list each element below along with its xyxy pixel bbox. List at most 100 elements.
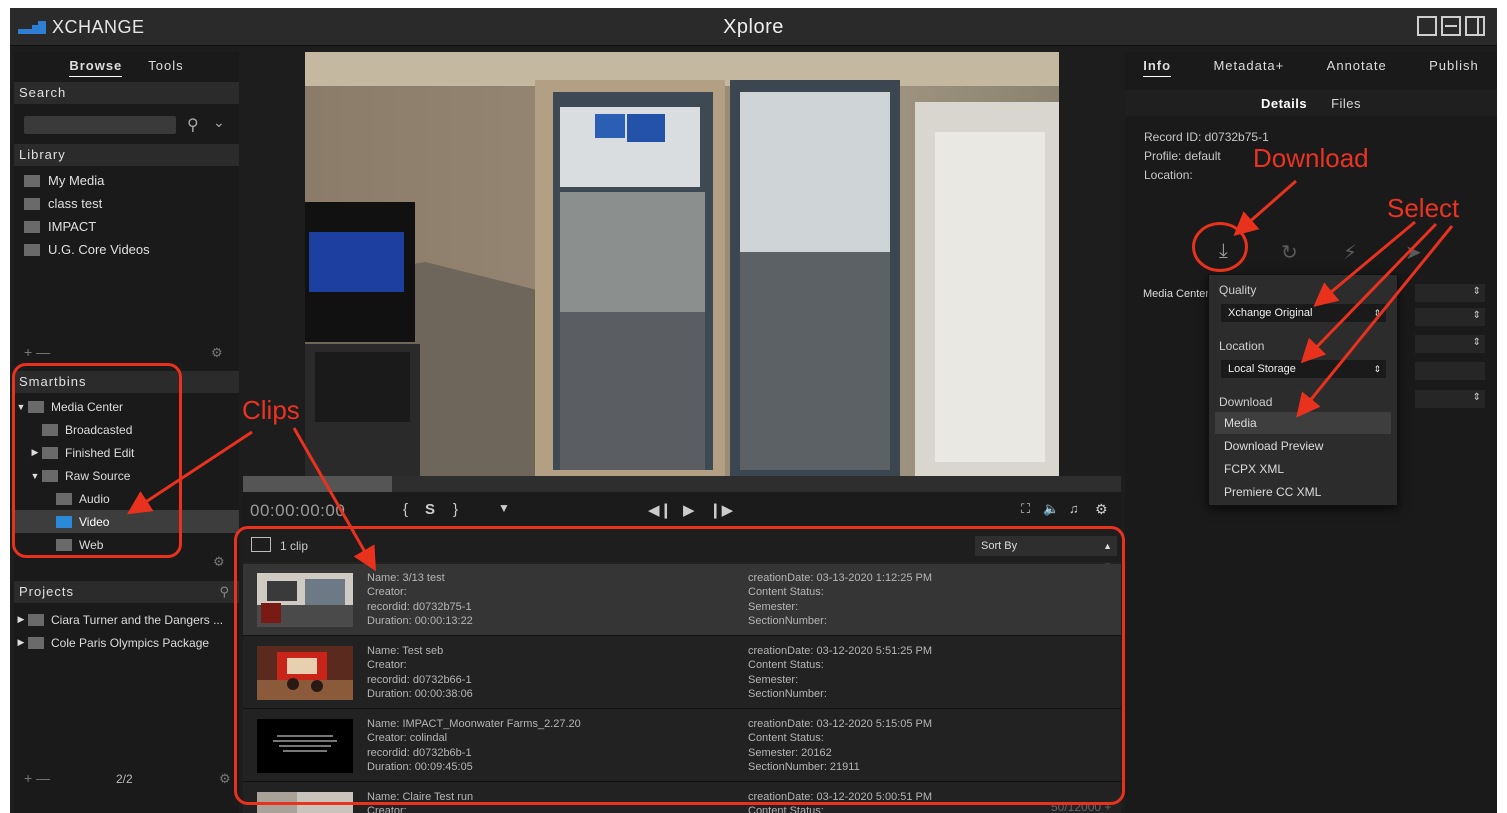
tab-details[interactable]: Details — [1261, 96, 1307, 111]
title-bar: XCHANGE Xplore — [10, 8, 1497, 46]
clip-row[interactable]: Name: IMPACT_Moonwater Farms_2.27.20 Cre… — [243, 710, 1121, 782]
folder-icon — [24, 197, 40, 210]
lightning-icon[interactable]: ⚡ — [1343, 240, 1357, 265]
left-panel: Browse Tools Search ⚲ ⌄ Library My Media… — [14, 52, 239, 813]
clip-row[interactable]: Name: 3/13 test Creator: recordid: d0732… — [243, 564, 1121, 636]
waveform-icon[interactable]: ♫ — [1069, 501, 1079, 516]
tree-item-broadcasted[interactable]: Broadcasted — [14, 418, 239, 441]
expand-arrow-icon[interactable]: ▶ — [28, 447, 42, 458]
clips-header: 1 clip Sort By ▲▼ — [243, 530, 1121, 571]
video-frame[interactable] — [305, 52, 1059, 476]
projects-footer: + — 2/2 ⚙ — [14, 770, 239, 790]
updown-arrows-icon: ⇕ — [1373, 364, 1381, 374]
mark-in-icon[interactable]: { — [403, 501, 408, 518]
expand-arrow-icon[interactable]: ▶ — [14, 637, 28, 648]
send-icon[interactable]: ➤ — [1405, 240, 1422, 265]
expand-arrow-icon[interactable]: ▶ — [14, 614, 28, 625]
library-item[interactable]: IMPACT — [14, 215, 239, 238]
menu-item-premiere-xml[interactable]: Premiere CC XML — [1215, 481, 1391, 503]
add-remove-icon[interactable]: + — — [24, 770, 50, 786]
snapshot-button[interactable]: S — [425, 501, 435, 518]
search-icon[interactable]: ⚲ — [187, 115, 199, 135]
clip-row[interactable]: Name: Test seb Creator: recordid: d0732b… — [243, 637, 1121, 709]
clip-meta: creationDate: 03-12-2020 5:51:25 PM Cont… — [748, 645, 933, 700]
search-input[interactable] — [24, 116, 176, 134]
volume-icon[interactable]: 🔈 — [1043, 501, 1059, 517]
add-remove-icon[interactable]: + — — [24, 344, 50, 360]
updown-arrows-icon: ⇕ — [1472, 310, 1481, 321]
project-item[interactable]: ▶ Cole Paris Olympics Package — [14, 631, 239, 654]
projects-pager: 2/2 — [116, 772, 133, 786]
sort-by-select[interactable]: Sort By ▲▼ — [975, 536, 1117, 571]
tree-item-video[interactable]: Video — [14, 510, 239, 533]
projects-header: Projects ⚲ — [14, 581, 239, 603]
chevron-down-icon[interactable]: ⌄ — [213, 114, 225, 131]
folder-icon — [56, 492, 72, 505]
library-item[interactable]: class test — [14, 192, 239, 215]
refresh-icon[interactable]: ↻ — [1281, 240, 1298, 265]
gear-icon[interactable]: ⚙ — [213, 554, 225, 570]
option-select[interactable]: ⇕ — [1415, 308, 1485, 326]
play-icon[interactable]: ▶ — [683, 501, 695, 519]
tab-publish[interactable]: Publish — [1429, 58, 1479, 76]
record-id: Record ID: d0732b75-1 — [1144, 130, 1269, 144]
tab-annotate[interactable]: Annotate — [1327, 58, 1387, 76]
clips-pager[interactable]: 50/12000 + — [1051, 800, 1111, 813]
tree-item-media-center[interactable]: ▼ Media Center — [14, 395, 239, 418]
folder-icon — [42, 423, 58, 436]
fullscreen-icon[interactable]: ⛶ — [1021, 501, 1030, 517]
updown-arrows-icon: ⇕ — [1472, 286, 1481, 297]
tab-browse[interactable]: Browse — [69, 58, 123, 77]
option-select[interactable]: ⇕ — [1415, 284, 1485, 302]
folder-icon — [42, 469, 58, 482]
option-field[interactable] — [1415, 362, 1485, 380]
project-item[interactable]: ▶ Ciara Turner and the Dangers ... — [14, 608, 239, 631]
option-select[interactable]: ⇕ — [1415, 390, 1485, 408]
marker-icon[interactable]: ▼ — [498, 501, 510, 515]
expand-arrow-icon[interactable]: ▼ — [28, 471, 42, 481]
clip-row[interactable]: Name: Claire Test run Creator: creationD… — [243, 783, 1121, 813]
tab-info[interactable]: Info — [1143, 58, 1172, 77]
expand-arrow-icon[interactable]: ▼ — [14, 402, 28, 412]
scrubber-bar[interactable] — [243, 476, 1121, 492]
updown-arrows-icon: ⇕ — [1472, 392, 1481, 403]
menu-item-fcpx-xml[interactable]: FCPX XML — [1215, 458, 1391, 480]
app-title: Xplore — [723, 16, 784, 38]
gear-icon[interactable]: ⚙ — [219, 771, 231, 787]
quality-select[interactable]: Xchange Original ⇕ — [1221, 304, 1386, 322]
menu-item-download-preview[interactable]: Download Preview — [1215, 435, 1391, 457]
tree-item-raw-source[interactable]: ▼ Raw Source — [14, 464, 239, 487]
gear-icon[interactable]: ⚙ — [211, 345, 223, 361]
layout-switcher — [1417, 16, 1485, 36]
clip-thumbnail — [257, 792, 353, 813]
clip-info: Name: Test seb Creator: recordid: d0732b… — [367, 645, 473, 700]
tree-item-audio[interactable]: Audio — [14, 487, 239, 510]
tab-files[interactable]: Files — [1331, 96, 1361, 111]
step-back-icon[interactable]: ◀❙ — [648, 501, 672, 519]
location-select[interactable]: Local Storage ⇕ — [1221, 360, 1386, 378]
left-tabs: Browse Tools — [14, 52, 239, 82]
menu-item-media[interactable]: Media — [1215, 412, 1391, 434]
step-forward-icon[interactable]: ❙▶ — [709, 501, 733, 519]
clips-view-icon[interactable] — [251, 537, 271, 552]
download-icon[interactable]: ⤓ — [1219, 240, 1228, 263]
option-select[interactable]: ⇕ — [1415, 335, 1485, 353]
clip-thumbnail — [257, 719, 353, 773]
layout-split-icon[interactable] — [1441, 16, 1461, 36]
search-icon[interactable]: ⚲ — [219, 581, 230, 603]
tree-item-finished-edit[interactable]: ▶ Finished Edit — [14, 441, 239, 464]
mark-out-icon[interactable]: } — [453, 501, 458, 518]
projects-list: ▶ Ciara Turner and the Dangers ... ▶ Cole … — [14, 603, 239, 654]
layout-single-icon[interactable] — [1417, 16, 1437, 36]
layout-column-icon[interactable] — [1465, 16, 1485, 36]
tree-item-web[interactable]: Web — [14, 533, 239, 556]
tab-metadata[interactable]: Metadata+ — [1213, 58, 1284, 76]
library-item[interactable]: My Media — [14, 169, 239, 192]
folder-icon — [56, 538, 72, 551]
library-item[interactable]: U.G. Core Videos — [14, 238, 239, 261]
folder-icon — [42, 446, 58, 459]
timecode: 00:00:00:00 — [250, 501, 346, 520]
location-label: Location — [1219, 339, 1265, 353]
gear-icon[interactable]: ⚙ — [1095, 501, 1108, 518]
tab-tools[interactable]: Tools — [148, 58, 183, 76]
